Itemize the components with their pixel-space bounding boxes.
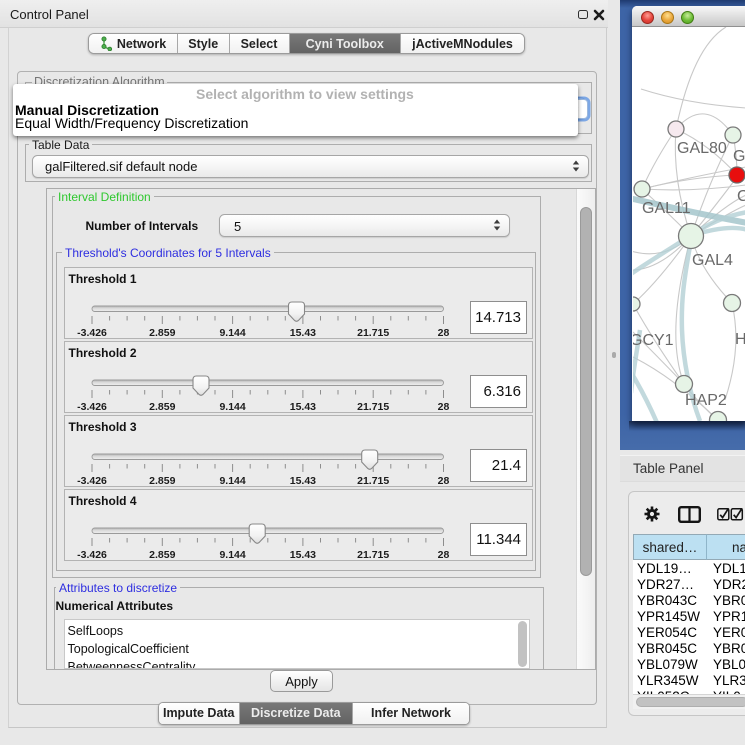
svg-text:-3.426: -3.426 <box>77 549 107 561</box>
svg-text:21.715: 21.715 <box>357 327 389 339</box>
svg-text:-3.426: -3.426 <box>77 401 107 413</box>
svg-text:HAP2: HAP2 <box>685 392 727 409</box>
svg-text:9.144: 9.144 <box>219 327 245 339</box>
svg-text:15.43: 15.43 <box>289 475 315 487</box>
svg-text:28: 28 <box>437 401 449 413</box>
svg-text:21.715: 21.715 <box>357 549 389 561</box>
svg-text:2.859: 2.859 <box>149 327 175 339</box>
svg-text:2.859: 2.859 <box>149 475 175 487</box>
svg-text:2.859: 2.859 <box>149 401 175 413</box>
svg-text:21.715: 21.715 <box>357 475 389 487</box>
svg-text:GAL11: GAL11 <box>642 200 691 217</box>
svg-text:9.144: 9.144 <box>219 401 245 413</box>
svg-text:9.144: 9.144 <box>219 549 245 561</box>
svg-text:GAL4: GAL4 <box>692 252 733 269</box>
svg-text:-3.426: -3.426 <box>77 327 107 339</box>
svg-text:15.43: 15.43 <box>289 327 315 339</box>
svg-text:GCY1: GCY1 <box>633 332 674 349</box>
svg-text:9.144: 9.144 <box>219 475 245 487</box>
svg-text:28: 28 <box>437 327 449 339</box>
svg-text:HI: HI <box>735 331 745 348</box>
svg-text:28: 28 <box>437 475 449 487</box>
svg-text:GAL80: GAL80 <box>677 140 727 157</box>
svg-text:28: 28 <box>437 549 449 561</box>
svg-text:15.43: 15.43 <box>289 549 315 561</box>
svg-text:CY: CY <box>737 188 745 205</box>
svg-text:-3.426: -3.426 <box>77 475 107 487</box>
svg-text:15.43: 15.43 <box>289 401 315 413</box>
svg-text:2.859: 2.859 <box>149 549 175 561</box>
svg-text:GA: GA <box>733 148 745 165</box>
svg-text:21.715: 21.715 <box>357 401 389 413</box>
